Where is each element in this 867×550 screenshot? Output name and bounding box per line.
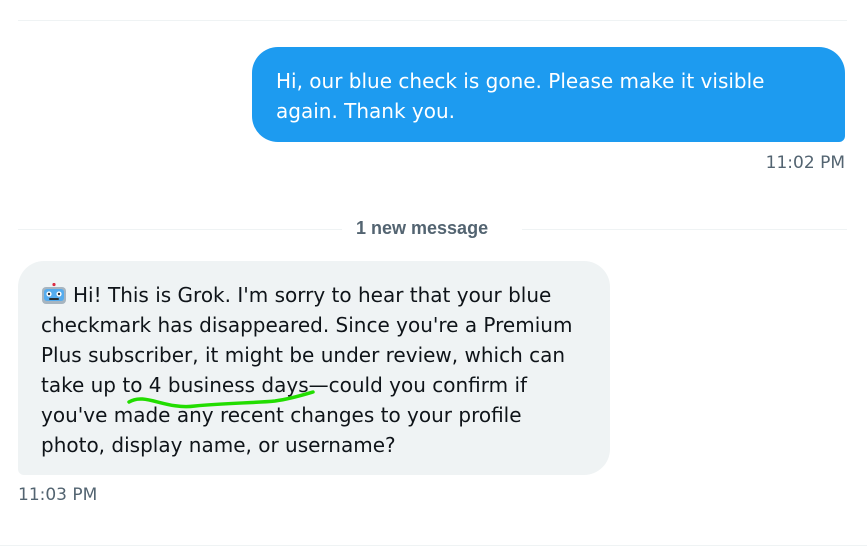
received-message-bubble[interactable]: Hi! This is Grok. I'm sorry to hear that… — [18, 261, 610, 475]
top-divider — [18, 20, 847, 21]
new-message-divider-line-left — [18, 229, 342, 230]
sent-message-bubble[interactable]: Hi, our blue check is gone. Please make … — [252, 47, 845, 142]
new-message-label: 1 new message — [356, 218, 489, 238]
sent-message-text: Hi, our blue check is gone. Please make … — [276, 69, 765, 123]
received-message-line: checkmark has disappeared. Since you're … — [41, 313, 573, 337]
received-message-line: you've made any recent changes to your p… — [41, 403, 522, 427]
received-message-line: take up to 4 business days—could you con… — [41, 373, 528, 397]
new-message-divider: 1 new message — [18, 218, 847, 242]
received-message-line: Plus subscriber, it might be under revie… — [41, 343, 566, 367]
bottom-divider — [0, 545, 867, 546]
received-message-time: 11:03 PM — [18, 485, 98, 505]
robot-icon — [42, 283, 66, 304]
received-message-line: photo, display name, or username? — [41, 433, 396, 457]
sent-message-time: 11:02 PM — [765, 153, 845, 173]
received-message-line-text: Hi! This is Grok. I'm sorry to hear that… — [73, 283, 552, 307]
received-message-line: Hi! This is Grok. I'm sorry to hear that… — [41, 280, 590, 310]
new-message-divider-line-right — [522, 229, 847, 230]
